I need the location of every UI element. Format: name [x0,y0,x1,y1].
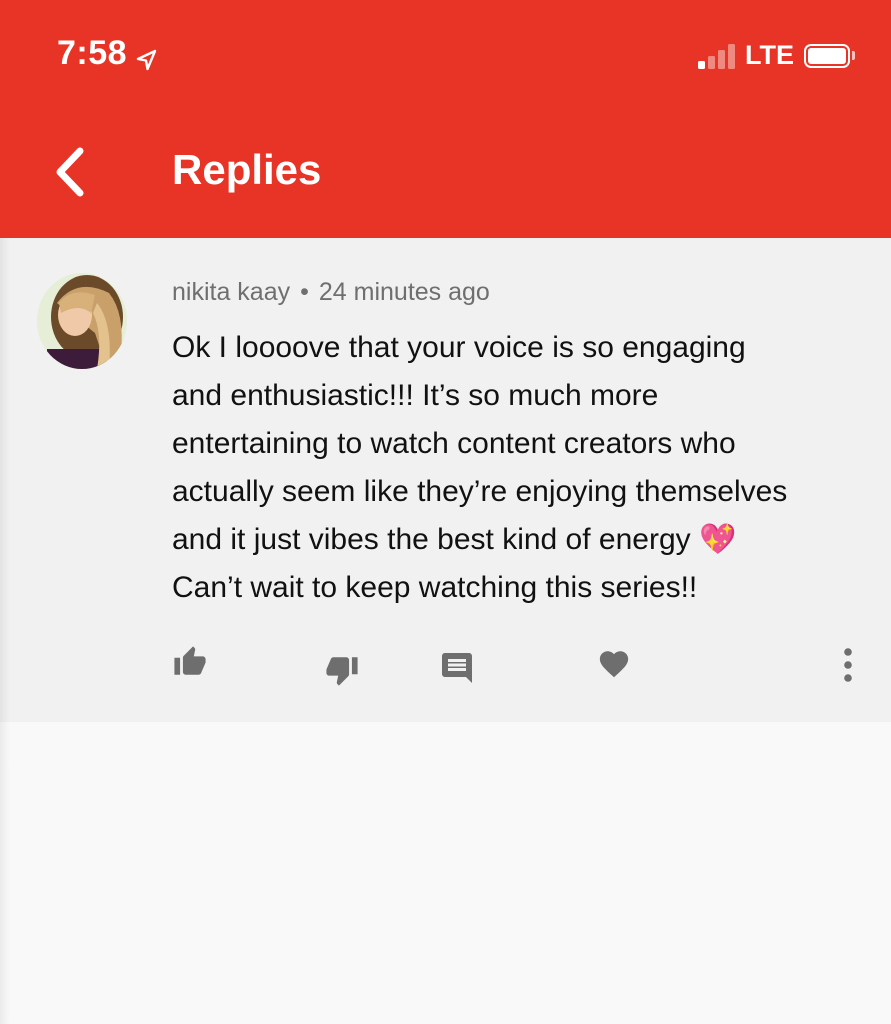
replies-screen: 7:58 LTE Replies nikita kaay • 24 minute… [0,0,891,1024]
more-options-button[interactable] [828,642,868,688]
heart-icon [599,651,629,678]
battery-icon [804,43,850,68]
comment-text: Ok I loooove that your voice is so engag… [172,331,788,604]
thumbs-up-icon [174,646,206,675]
thumbs-down-icon [326,657,358,686]
comment-meta: nikita kaay • 24 minutes ago [172,278,490,307]
like-button[interactable] [168,640,212,684]
heart-button[interactable] [592,642,636,686]
cellular-signal-icon [695,43,735,69]
meta-separator: • [300,278,309,306]
dislike-button[interactable] [320,648,364,692]
comment-timestamp: 24 minutes ago [318,278,490,306]
reply-button[interactable] [435,646,479,690]
status-bar-indicators: LTE [695,40,855,71]
comment-author[interactable]: nikita kaay [172,278,290,306]
avatar[interactable] [37,273,127,369]
page-title: Replies [172,146,322,193]
location-arrow-icon [135,42,159,70]
back-button[interactable] [44,142,96,202]
chevron-left-icon [56,147,84,197]
comment-card: nikita kaay • 24 minutes ago Ok I loooove … [0,238,891,722]
network-type: LTE [745,40,794,70]
more-vertical-icon [844,648,852,682]
comment-icon [442,653,472,683]
clock-text: 7:58 [57,34,128,72]
app-header: 7:58 LTE Replies [0,0,891,238]
battery-cap [852,51,855,60]
content-background [0,238,10,1024]
status-bar-time: 7:58 [57,34,159,73]
